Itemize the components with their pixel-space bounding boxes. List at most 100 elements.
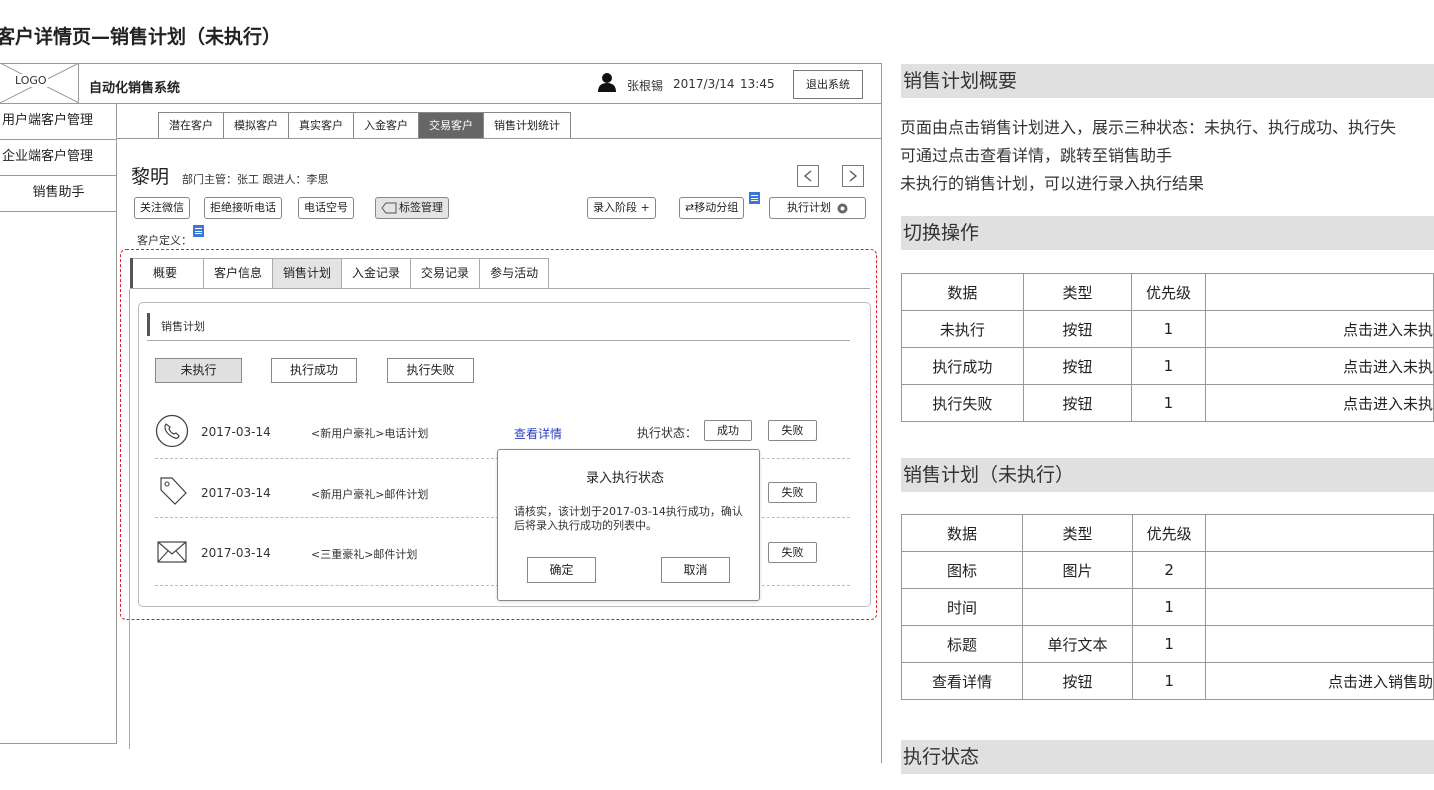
status-tab-success[interactable]: 执行成功 [271, 358, 357, 383]
tab-overview[interactable]: 概要 [133, 258, 204, 289]
sidebar-item-enterprise-clients[interactable]: 企业端客户管理 [0, 140, 117, 176]
table-cell [1205, 625, 1434, 663]
tab-activities[interactable]: 参与活动 [480, 258, 550, 289]
overview-line: 未执行的销售计划，可以进行录入执行结果 [900, 174, 1205, 193]
table-cell: 执行成功 [901, 347, 1024, 385]
plan-title-text: <三重豪礼>邮件计划 [311, 548, 418, 561]
tab-trading-clients[interactable]: 交易客户 [418, 112, 483, 139]
tag-management-button[interactable]: 标签管理 [375, 197, 449, 219]
fail-button[interactable]: 失败 [768, 420, 817, 441]
note-icon [749, 192, 760, 204]
table-row: 时间 1 [901, 588, 1434, 626]
table-cell: 1 [1131, 662, 1207, 700]
chevron-left-icon [803, 170, 812, 182]
dialog-message: 请核实，该计划于2017-03-14执行成功，确认后将录入执行成功的列表中。 [514, 505, 743, 532]
panel-title-marker [147, 313, 150, 336]
switch-table: 数据 类型 优先级 未执行 按钮 1 点击进入未执 执行成功 按钮 1 点击进入… [901, 273, 1434, 422]
table-header-cell: 优先级 [1131, 273, 1206, 311]
sales-plan-title: 销售计划 [161, 320, 205, 333]
dialog-cancel-button[interactable]: 取消 [661, 557, 730, 583]
table-row: 查看详情 按钮 1 点击进入销售助 [901, 662, 1434, 700]
execute-plan-button[interactable]: 执行计划 [769, 197, 866, 219]
section-heading-overview: 销售计划概要 [901, 64, 1434, 98]
success-button[interactable]: 成功 [704, 420, 752, 441]
customer-meta: 部门主管：张工 跟进人：李思 [182, 173, 329, 186]
table-cell: 1 [1131, 347, 1206, 385]
plan-date: 2017-03-14 [201, 486, 271, 500]
user-name: 张根锡 [627, 79, 664, 93]
table-header-row: 数据 类型 优先级 [901, 273, 1434, 311]
envelope-icon [157, 541, 187, 563]
tag-management-label: 标签管理 [399, 201, 443, 214]
empty-number-button[interactable]: 电话空号 [298, 197, 354, 219]
table-header-cell: 类型 [1022, 273, 1133, 311]
main-tabs: 潜在客户 模拟客户 真实客户 入金客户 交易客户 销售计划统计 [158, 112, 571, 139]
circle-dropdown-icon [837, 203, 848, 213]
tab-real-clients[interactable]: 真实客户 [288, 112, 353, 139]
tab-potential-clients[interactable]: 潜在客户 [158, 112, 223, 139]
tab-deposit-clients[interactable]: 入金客户 [353, 112, 418, 139]
customer-name: 黎明 [131, 166, 170, 188]
table-header-cell [1204, 273, 1434, 311]
definition-note-icon[interactable] [193, 225, 204, 237]
dialog-confirm-button[interactable]: 确定 [527, 557, 596, 583]
tab-sales-plan-stats[interactable]: 销售计划统计 [483, 112, 571, 139]
move-group-button[interactable]: ⇄移动分组 [679, 197, 745, 219]
status-tab-pending[interactable]: 未执行 [155, 358, 242, 383]
plan-title-text: <新用户豪礼>电话计划 [311, 427, 429, 440]
section-heading-sales-plan: 销售计划（未执行） [901, 458, 1434, 492]
dialog-title: 录入执行状态 [586, 471, 665, 486]
previous-customer-button[interactable] [797, 165, 819, 187]
table-header-cell: 类型 [1021, 514, 1134, 552]
table-cell: 按钮 [1022, 347, 1133, 385]
next-customer-button[interactable] [842, 165, 864, 187]
table-cell: 查看详情 [901, 662, 1023, 700]
execute-plan-label: 执行计划 [787, 201, 831, 214]
table-cell [1021, 588, 1134, 626]
sidebar-item-sales-assistant[interactable]: 销售助手 [0, 176, 117, 212]
main-tabs-divider [117, 138, 881, 139]
user-time: 13:45 [740, 77, 775, 91]
tab-trade-records[interactable]: 交易记录 [411, 258, 481, 289]
table-row: 执行失败 按钮 1 点击进入未执 [901, 384, 1434, 422]
table-cell: 未执行 [901, 310, 1024, 348]
table-row: 执行成功 按钮 1 点击进入未执 [901, 347, 1434, 385]
table-cell: 点击进入未执 [1204, 310, 1434, 348]
detail-tabs-divider [130, 288, 870, 289]
table-row: 标题 单行文本 1 [901, 625, 1434, 663]
logout-button[interactable]: 退出系统 [793, 70, 863, 99]
table-header-cell: 数据 [901, 273, 1024, 311]
table-cell: 1 [1131, 310, 1206, 348]
sidebar-item-user-clients[interactable]: 用户端客户管理 [0, 104, 117, 140]
plan-title-text: <新用户豪礼>邮件计划 [311, 488, 429, 501]
table-cell: 图标 [901, 551, 1023, 589]
record-stage-button[interactable]: 录入阶段 + [587, 197, 656, 219]
tab-sales-plan[interactable]: 销售计划 [273, 258, 343, 289]
table-header-cell: 优先级 [1131, 514, 1207, 552]
user-icon [598, 73, 616, 92]
table-cell: 单行文本 [1021, 625, 1134, 663]
tab-customer-info[interactable]: 客户信息 [204, 258, 274, 289]
phone-icon [155, 414, 189, 448]
table-row: 未执行 按钮 1 点击进入未执 [901, 310, 1434, 348]
table-cell [1205, 588, 1434, 626]
table-cell: 按钮 [1021, 662, 1134, 700]
view-detail-link[interactable]: 查看详情 [514, 425, 562, 442]
logo: LOGO [0, 63, 79, 103]
plan-date: 2017-03-14 [201, 425, 271, 439]
chevron-right-icon [849, 170, 858, 182]
reject-call-button[interactable]: 拒绝接听电话 [204, 197, 282, 219]
fail-button[interactable]: 失败 [768, 542, 817, 563]
status-tab-failed[interactable]: 执行失败 [387, 358, 474, 383]
header-divider [0, 103, 881, 104]
table-cell: 1 [1131, 625, 1207, 663]
table-cell: 图片 [1021, 551, 1134, 589]
follow-wechat-button[interactable]: 关注微信 [134, 197, 190, 219]
tab-deposit-records[interactable]: 入金记录 [342, 258, 412, 289]
fail-button[interactable]: 失败 [768, 482, 817, 503]
table-cell: 时间 [901, 588, 1023, 626]
tag-icon [381, 202, 397, 214]
section-heading-switch: 切换操作 [901, 216, 1434, 250]
tab-simulated-clients[interactable]: 模拟客户 [223, 112, 288, 139]
user-date: 2017/3/14 [673, 77, 735, 91]
